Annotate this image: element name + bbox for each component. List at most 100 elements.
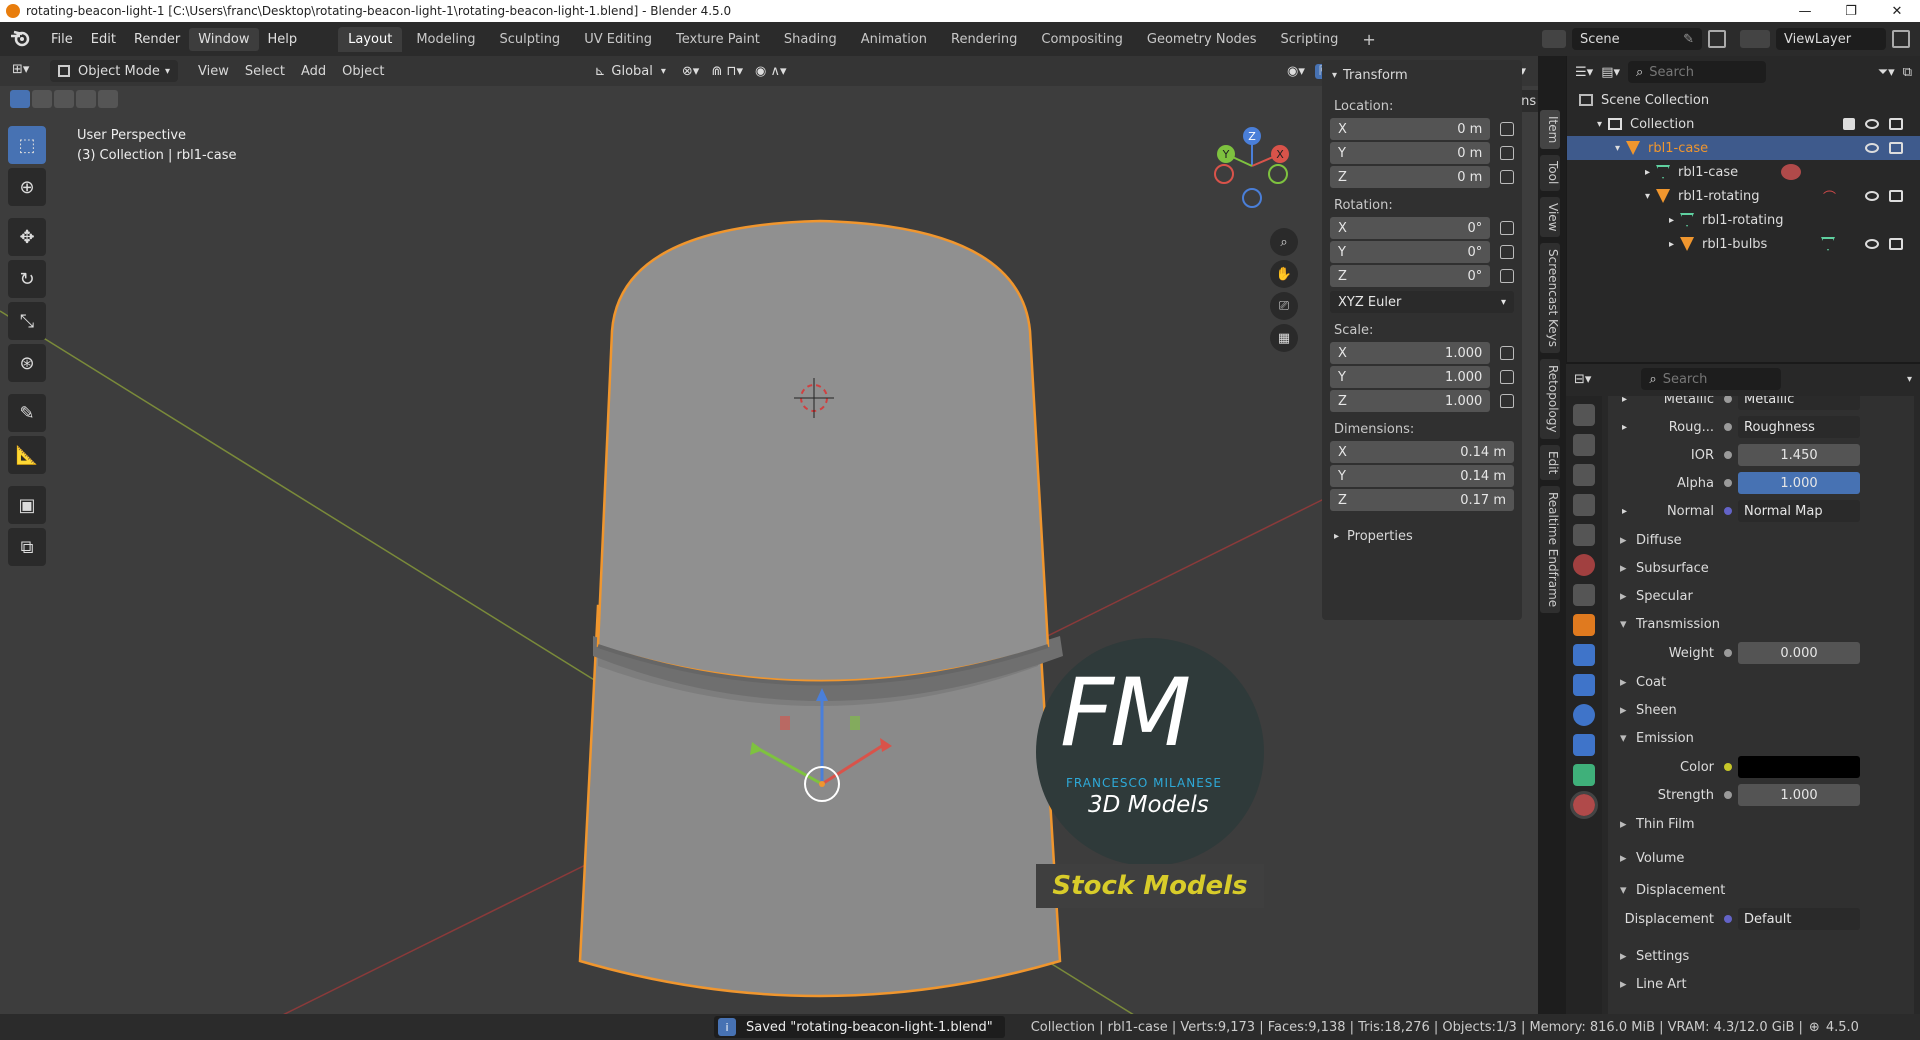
roughness-input[interactable]: Roughness: [1738, 416, 1860, 438]
scale-x-field[interactable]: X 1.000: [1330, 342, 1491, 364]
alpha-field[interactable]: 1.000: [1738, 472, 1860, 494]
3d-viewport[interactable]: ⊞▾ Object Mode ▾ View Select Add Object …: [0, 56, 1538, 1014]
menu-view[interactable]: View: [190, 61, 237, 82]
chevron-down-icon[interactable]: ▾: [1615, 143, 1620, 154]
tab-layout[interactable]: Layout: [338, 26, 403, 52]
tab-item[interactable]: Item: [1540, 110, 1560, 150]
viewlayer-selector[interactable]: ViewLayer: [1776, 28, 1886, 50]
material-tab-icon[interactable]: [1570, 791, 1598, 819]
select-extend-icon[interactable]: [32, 90, 52, 108]
camera-icon[interactable]: [1889, 142, 1903, 154]
add-cube-tool[interactable]: ▣: [8, 486, 46, 524]
menu-add[interactable]: Add: [293, 61, 334, 82]
saved-report[interactable]: i Saved "rotating-beacon-light-1.blend": [714, 1016, 1005, 1038]
section-settings[interactable]: ▸ Settings: [1608, 942, 1914, 970]
pivot-icon[interactable]: ⊗▾: [682, 64, 699, 79]
lock-icon[interactable]: [1500, 122, 1514, 136]
select-new-icon[interactable]: [10, 90, 30, 108]
section-line-art[interactable]: ▸ Line Art: [1608, 970, 1914, 998]
scale-tool[interactable]: ⤡: [8, 302, 46, 340]
properties-panel-title[interactable]: Properties: [1347, 529, 1413, 544]
lock-icon[interactable]: [1500, 269, 1514, 283]
outliner-item-rbl1-case[interactable]: ▾ rbl1-case: [1567, 136, 1920, 160]
tab-modeling[interactable]: Modeling: [406, 27, 485, 52]
outliner-item-rbl1-rotating-mesh[interactable]: ▸ rbl1-rotating: [1567, 208, 1920, 232]
rotation-mode-select[interactable]: XYZ Euler ▾: [1330, 291, 1514, 313]
lock-icon[interactable]: [1500, 170, 1514, 184]
outliner-scene-collection[interactable]: Scene Collection: [1567, 88, 1920, 112]
socket-icon[interactable]: [1724, 507, 1732, 515]
menu-help[interactable]: Help: [259, 28, 307, 51]
tab-retopology[interactable]: Retopology: [1540, 359, 1560, 439]
menu-edit[interactable]: Edit: [82, 28, 125, 51]
data-tab-icon[interactable]: [1573, 764, 1595, 786]
outliner-item-rbl1-bulbs[interactable]: ▸ rbl1-bulbs: [1567, 232, 1920, 256]
tab-texture-paint[interactable]: Texture Paint: [666, 27, 770, 52]
tab-view[interactable]: View: [1540, 196, 1560, 238]
chevron-right-icon[interactable]: ▸: [1669, 239, 1674, 250]
viewlayer-copy-icon[interactable]: [1892, 30, 1910, 48]
eye-icon[interactable]: [1865, 143, 1879, 153]
snap-icon[interactable]: ⋒ ⊓▾: [711, 64, 743, 79]
chevron-down-icon[interactable]: ▾: [1645, 191, 1650, 202]
displacement-input[interactable]: Default: [1738, 908, 1860, 930]
eye-icon[interactable]: [1865, 119, 1879, 129]
lock-icon[interactable]: [1500, 245, 1514, 259]
socket-icon[interactable]: [1724, 396, 1732, 403]
physics-tab-icon[interactable]: [1573, 704, 1595, 726]
tab-geometry-nodes[interactable]: Geometry Nodes: [1137, 27, 1267, 52]
tab-compositing[interactable]: Compositing: [1031, 27, 1133, 52]
cursor-tool[interactable]: ⊕: [8, 168, 46, 206]
select-box-tool[interactable]: ⬚: [8, 126, 46, 164]
view-layer-tab-icon[interactable]: [1573, 494, 1595, 516]
location-y-field[interactable]: Y0 m: [1330, 142, 1491, 164]
menu-object[interactable]: Object: [334, 61, 392, 82]
rotation-x-field[interactable]: X 0°: [1330, 217, 1491, 239]
dimension-x-field[interactable]: X 0.14 m: [1330, 441, 1514, 463]
chevron-down-icon[interactable]: ▾: [1907, 374, 1912, 385]
outliner-item-rbl1-case-mesh[interactable]: ▸ rbl1-case: [1567, 160, 1920, 184]
section-subsurface[interactable]: ▸ Subsurface: [1608, 554, 1914, 582]
scene-copy-icon[interactable]: [1708, 30, 1726, 48]
properties-editor-icon[interactable]: ⊟▾: [1574, 372, 1591, 387]
ortho-toggle-icon[interactable]: ▦: [1270, 324, 1298, 352]
rotate-tool[interactable]: ↻: [8, 260, 46, 298]
menu-select[interactable]: Select: [237, 61, 293, 82]
scene-icon[interactable]: [1542, 30, 1566, 48]
socket-icon[interactable]: [1724, 451, 1732, 459]
section-coat[interactable]: ▸ Coat: [1608, 668, 1914, 696]
ior-field[interactable]: 1.450: [1738, 444, 1860, 466]
outliner-collection[interactable]: ▾ Collection: [1567, 112, 1920, 136]
tab-tool[interactable]: Tool: [1540, 155, 1560, 191]
chevron-right-icon[interactable]: ▸: [1645, 167, 1650, 178]
zoom-icon[interactable]: ⌕: [1270, 228, 1298, 256]
world-tab-icon[interactable]: [1573, 554, 1595, 576]
eye-icon[interactable]: [1865, 191, 1879, 201]
scene-selector[interactable]: Scene ✎: [1572, 28, 1702, 50]
menu-file[interactable]: File: [42, 28, 82, 51]
checkbox-icon[interactable]: [1843, 118, 1855, 130]
normal-input[interactable]: Normal Map: [1738, 500, 1860, 522]
transform-orientation[interactable]: ⊾ Global ▾: [594, 64, 665, 79]
annotate-tool[interactable]: ✎: [8, 394, 46, 432]
section-displacement[interactable]: ▾ Displacement: [1608, 876, 1914, 904]
select-subtract-icon[interactable]: [54, 90, 74, 108]
emission-color-swatch[interactable]: [1738, 756, 1860, 778]
section-specular[interactable]: ▸ Specular: [1608, 582, 1914, 610]
filter-icon[interactable]: ⏷▾: [1878, 65, 1895, 80]
scene-tab-icon[interactable]: [1573, 524, 1595, 546]
display-mode-icon[interactable]: ▤▾: [1601, 65, 1620, 80]
lock-icon[interactable]: [1500, 146, 1514, 160]
weight-field[interactable]: 0.000: [1738, 642, 1860, 664]
chevron-right-icon[interactable]: ▸: [1334, 531, 1339, 542]
rotation-y-field[interactable]: Y 0°: [1330, 241, 1491, 263]
mesh-data-icon[interactable]: [1821, 237, 1835, 251]
location-z-field[interactable]: Z0 m: [1330, 166, 1491, 188]
render-tab-icon[interactable]: [1573, 434, 1595, 456]
socket-icon[interactable]: [1724, 915, 1732, 923]
mode-selector[interactable]: Object Mode ▾: [50, 60, 178, 82]
tab-rendering[interactable]: Rendering: [941, 27, 1027, 52]
tab-edit[interactable]: Edit: [1540, 444, 1560, 480]
dimension-y-field[interactable]: Y 0.14 m: [1330, 465, 1514, 487]
viewlayer-icon[interactable]: [1740, 30, 1770, 48]
